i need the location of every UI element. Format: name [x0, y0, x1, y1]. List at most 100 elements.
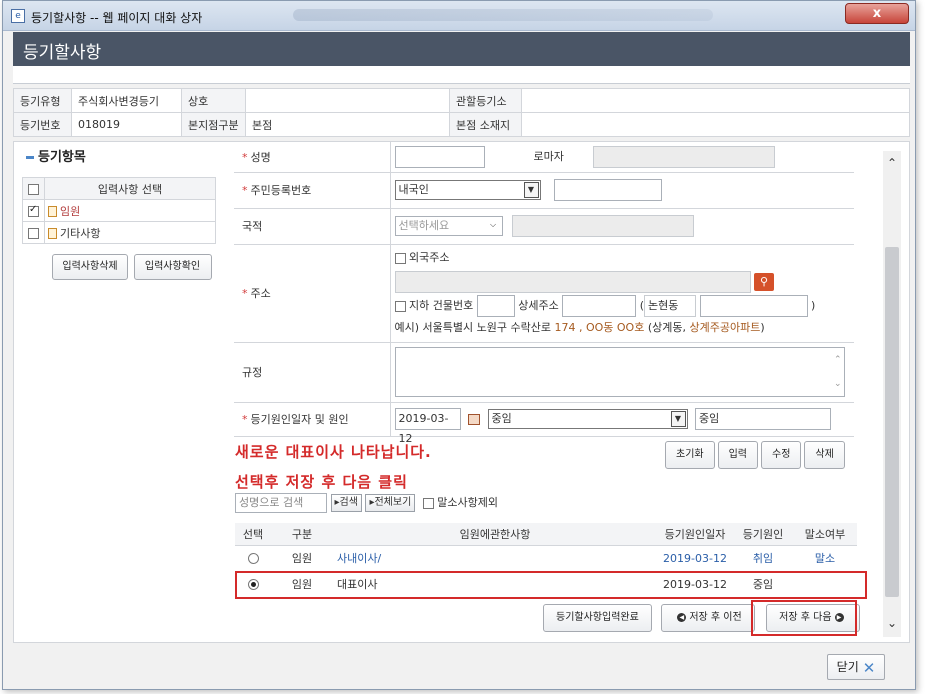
info-name-value [245, 88, 450, 113]
item-selection-table: 입력사항 선택 임원 기타사항 [22, 177, 216, 244]
input-button[interactable]: 입력 [717, 441, 759, 469]
complete-input-button[interactable]: 등기할사항입력완료 [543, 604, 652, 632]
rule-textarea[interactable]: ⌃ ⌄ [394, 347, 845, 397]
exclude-erased-label: 말소사항제외 [437, 496, 499, 509]
underground-label: 지하 [409, 299, 430, 312]
info-addr-label: 본점 소재지 [449, 112, 522, 137]
foreign-address-checkbox[interactable] [394, 252, 406, 264]
blurred-address [293, 9, 713, 21]
nation-input[interactable] [512, 215, 694, 237]
building-no-label: 건물번호 [432, 299, 474, 312]
circle-left-icon: ◀ [677, 612, 687, 622]
item-other[interactable]: 기타사항 [44, 221, 216, 244]
calendar-icon[interactable] [468, 413, 480, 425]
dong-extra-input[interactable] [699, 295, 808, 317]
chevron-down-icon: ▼ [670, 411, 686, 427]
reset-button[interactable]: 초기화 [665, 441, 715, 469]
nation-label: 국적 [234, 208, 391, 245]
search-button[interactable]: ▸검색 [330, 494, 362, 512]
exclude-erased-checkbox[interactable] [422, 497, 434, 509]
cause-input[interactable]: 중임 [695, 408, 831, 430]
scroll-down-icon[interactable]: ⌄ [883, 613, 901, 633]
row-type: 임원 [271, 545, 333, 572]
registration-info-table: 등기유형 주식회사변경등기 상호 관할등기소 등기번호 018019 본지점구분… [13, 88, 910, 137]
delete-button[interactable]: 삭제 [804, 441, 845, 469]
close-button[interactable]: 닫기 ✕ [827, 654, 885, 680]
item-checkbox-officer[interactable] [28, 204, 39, 217]
window-close-button[interactable]: x [845, 3, 909, 24]
row-desc[interactable]: 사내이사/ [333, 545, 657, 572]
row-erased: 말소 [793, 545, 857, 572]
save-prev-button[interactable]: ◀ 저장 후 이전 [661, 604, 755, 632]
table-row[interactable]: 임원 사내이사/ 2019-03-12 취임 말소 [235, 545, 857, 572]
col-cause: 등기원인 [733, 523, 793, 546]
item-officer[interactable]: 임원 [44, 199, 216, 222]
item-checkbox-other[interactable] [28, 227, 39, 239]
rrn-input[interactable] [554, 179, 662, 201]
col-date: 등기원인일자 [657, 523, 733, 546]
foreign-address-label: 외국주소 [409, 251, 450, 264]
info-type-label: 등기유형 [13, 88, 72, 113]
scroll-up-icon[interactable]: ⌃ [883, 153, 901, 173]
roman-label: 로마자 [533, 149, 564, 163]
col-type: 구분 [271, 523, 333, 546]
date-input[interactable]: 2019-03-12 [394, 408, 461, 445]
header-strip [13, 66, 910, 84]
dong-field[interactable]: 논현동 [644, 295, 697, 317]
action-buttons: 초기화 입력 수정 삭제 [665, 441, 848, 469]
info-no-label: 등기번호 [13, 112, 72, 137]
window-title: 등기할사항 -- 웹 페이지 대화 상자 [31, 11, 203, 25]
paren-close: ) [811, 299, 816, 312]
nation-select[interactable]: 선택하세요 ⌵ [394, 216, 503, 236]
document-icon [48, 228, 57, 239]
detail-address-input[interactable] [562, 295, 637, 317]
vertical-scrollbar[interactable]: ⌃ ⌄ [883, 151, 901, 637]
edit-button[interactable]: 수정 [761, 441, 802, 469]
col-header: 입력사항 선택 [44, 177, 216, 200]
info-type-value: 주식회사변경등기 [71, 88, 182, 113]
roman-input[interactable] [592, 145, 775, 168]
name-label: * 성명 [234, 142, 391, 173]
underground-checkbox[interactable] [394, 300, 406, 312]
info-name-label: 상호 [181, 88, 246, 113]
address-input[interactable] [394, 271, 751, 293]
info-branch-value: 본점 [245, 112, 450, 137]
row-radio[interactable] [247, 553, 259, 564]
search-row: 성명으로 검색 ▸검색 ▸전체보기 말소사항제외 [235, 493, 498, 513]
col-select: 선택 [235, 523, 271, 546]
page-title: 등기할사항 [23, 43, 102, 63]
view-all-button[interactable]: ▸전체보기 [365, 494, 416, 512]
address-search-icon[interactable]: ⚲ [754, 273, 774, 291]
building-no-input[interactable] [476, 295, 515, 317]
cause-select[interactable]: 중임 ▼ [487, 409, 688, 429]
info-office-value [521, 88, 910, 113]
info-no-value: 018019 [71, 112, 182, 137]
info-office-label: 관할등기소 [449, 88, 522, 113]
document-icon [48, 206, 57, 217]
confirm-input-button[interactable]: 입력사항확인 [133, 254, 212, 280]
scroll-thumb[interactable] [885, 247, 899, 597]
highlight-box-row [235, 571, 867, 599]
info-addr-value [521, 112, 910, 137]
date-label: * 등기원인일자 및 원인 [234, 402, 391, 437]
scroll-up-icon: ⌃ [833, 355, 842, 365]
scroll-down-icon: ⌄ [833, 379, 842, 389]
search-input[interactable]: 성명으로 검색 [235, 493, 327, 513]
detail-address-label: 상세주소 [518, 299, 559, 312]
info-branch-label: 본지점구분 [181, 112, 246, 137]
form-area: * 성명 로마자 * 주민등록번호 내국인 ▼ 국적 선택하세요 ⌵ * 주소 … [234, 142, 884, 445]
chevron-down-icon: ▼ [523, 182, 539, 198]
col-desc: 임원에관한사항 [333, 523, 657, 546]
item-label: 임원 [60, 204, 81, 218]
row-cause: 취임 [733, 545, 793, 572]
delete-input-button[interactable]: 입력사항삭제 [52, 254, 128, 280]
annotation-line2: 선택후 저장 후 다음 클릭 [235, 473, 408, 491]
rrn-type-select[interactable]: 내국인 ▼ [394, 180, 541, 200]
section-bullet-icon [26, 156, 34, 159]
left-buttons: 입력사항삭제 입력사항확인 [22, 254, 222, 280]
left-panel: 등기항목 입력사항 선택 임원 기타사항 입력사항삭제 입력사항확인 [22, 146, 222, 280]
footer: 닫기 ✕ [13, 646, 910, 686]
select-all-checkbox[interactable] [28, 183, 39, 195]
page-header: 등기할사항 [13, 32, 910, 66]
name-input[interactable] [394, 145, 485, 168]
